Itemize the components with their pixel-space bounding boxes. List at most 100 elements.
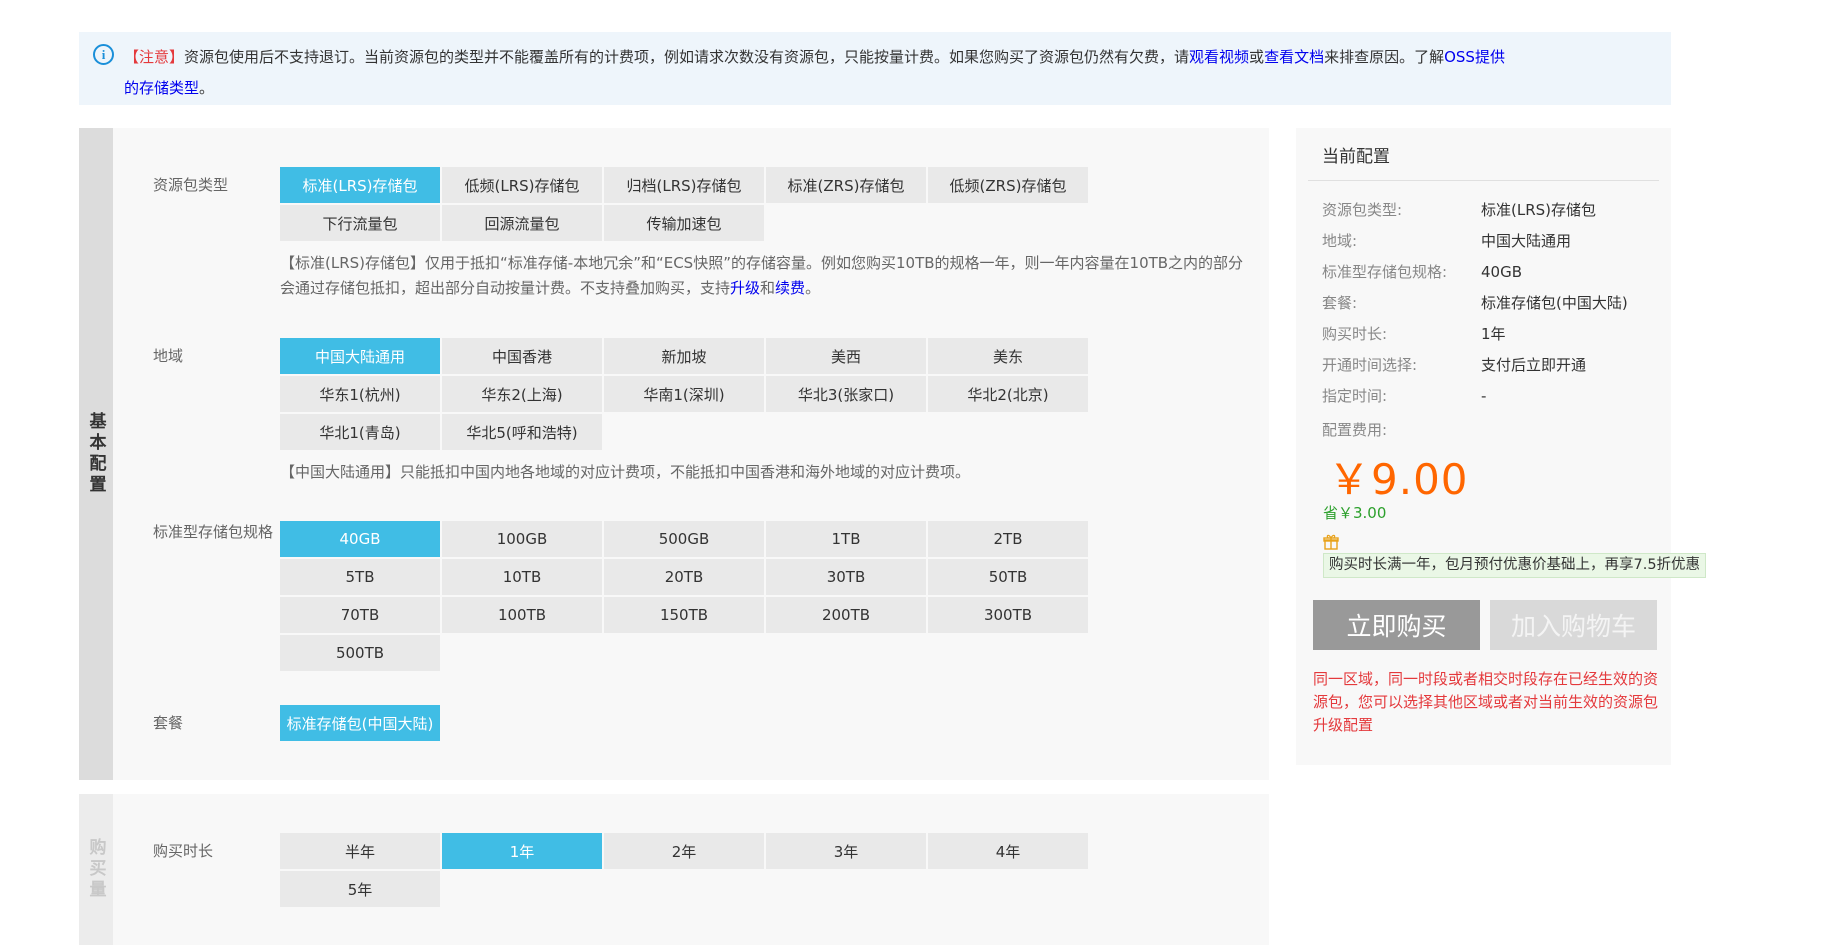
package-type-desc-and: 和 bbox=[760, 279, 776, 297]
summary-row: 购买时长: 1年 bbox=[1322, 324, 1662, 344]
spec-label: 标准型存储包规格 bbox=[153, 523, 274, 541]
package-type-option[interactable]: 归档(LRS)存储包 bbox=[604, 167, 764, 203]
region-option[interactable]: 华东1(杭州) bbox=[280, 376, 440, 412]
notice-text: 【注意】资源包使用后不支持退订。当前资源包的类型并不能覆盖所有的计费项，例如请求… bbox=[124, 42, 1514, 104]
summary-value: - bbox=[1481, 387, 1487, 405]
package-type-option[interactable]: 低频(ZRS)存储包 bbox=[928, 167, 1088, 203]
summary-key: 地域: bbox=[1322, 232, 1358, 250]
spec-options: 40GB 100GB 500GB 1TB 2TB 5TB 10TB 20TB 3… bbox=[280, 521, 1090, 671]
duration-option[interactable]: 4年 bbox=[928, 833, 1088, 869]
region-option[interactable]: 华北5(呼和浩特) bbox=[442, 414, 602, 450]
summary-value: 支付后立即开通 bbox=[1481, 356, 1587, 374]
price-value: ￥9.00 bbox=[1328, 455, 1469, 504]
spec-option[interactable]: 20TB bbox=[604, 559, 764, 595]
summary-value: 1年 bbox=[1481, 325, 1506, 343]
summary-key: 标准型存储包规格: bbox=[1322, 263, 1448, 281]
region-options: 中国大陆通用 中国香港 新加坡 美西 美东 华东1(杭州) 华东2(上海) 华南… bbox=[280, 338, 1090, 450]
region-option[interactable]: 华北3(张家口) bbox=[766, 376, 926, 412]
summary-value: 标准(LRS)存储包 bbox=[1481, 201, 1597, 219]
summary-value: 中国大陆通用 bbox=[1481, 232, 1572, 250]
spec-option[interactable]: 500TB bbox=[280, 635, 440, 671]
summary-row: 开通时间选择: 支付后立即开通 bbox=[1322, 355, 1662, 375]
notice-banner: i 【注意】资源包使用后不支持退订。当前资源包的类型并不能覆盖所有的计费项，例如… bbox=[79, 32, 1671, 105]
summary-divider bbox=[1308, 180, 1659, 181]
buy-now-button[interactable]: 立即购买 bbox=[1313, 600, 1480, 650]
spec-option[interactable]: 70TB bbox=[280, 597, 440, 633]
fee-label: 配置费用: bbox=[1322, 421, 1388, 439]
region-option[interactable]: 华北1(青岛) bbox=[280, 414, 440, 450]
duration-label: 购买时长 bbox=[153, 842, 214, 860]
current-config-summary: 当前配置 资源包类型: 标准(LRS)存储包 地域: 中国大陆通用 标准型存储包规格… bbox=[1296, 128, 1707, 765]
spec-option[interactable]: 100TB bbox=[442, 597, 602, 633]
duration-option[interactable]: 5年 bbox=[280, 871, 440, 907]
summary-value: 40GB bbox=[1481, 263, 1523, 281]
package-type-description: 【标准(LRS)存储包】仅用于抵扣“标准存储-本地冗余”和“ECS快照”的存储容… bbox=[280, 251, 1255, 301]
watch-video-link[interactable]: 观看视频 bbox=[1189, 48, 1249, 66]
basic-config-side-label: 基本配置 bbox=[79, 128, 113, 780]
summary-row: 地域: 中国大陆通用 bbox=[1322, 231, 1662, 251]
summary-row: 资源包类型: 标准(LRS)存储包 bbox=[1322, 200, 1662, 220]
plan-options: 标准存储包(中国大陆) bbox=[280, 705, 1090, 741]
notice-text-part1: 资源包使用后不支持退订。当前资源包的类型并不能覆盖所有的计费项，例如请求次数没有… bbox=[184, 48, 1190, 66]
conflict-warning: 同一区域，同一时段或者相交时段存在已经生效的资源包，您可以选择其他区域或者对当前… bbox=[1313, 670, 1659, 734]
notice-or: 或 bbox=[1249, 48, 1265, 66]
package-type-option[interactable]: 回源流量包 bbox=[442, 205, 602, 241]
duration-option[interactable]: 3年 bbox=[766, 833, 926, 869]
package-type-option[interactable]: 低频(LRS)存储包 bbox=[442, 167, 602, 203]
spec-option[interactable]: 1TB bbox=[766, 521, 926, 557]
info-icon: i bbox=[93, 44, 114, 65]
saving-amount: 省￥3.00 bbox=[1323, 504, 1387, 522]
summary-row: 指定时间: - bbox=[1322, 386, 1662, 406]
region-option[interactable]: 华南1(深圳) bbox=[604, 376, 764, 412]
purchase-side-label: 购买量 bbox=[79, 794, 113, 945]
view-doc-link[interactable]: 查看文档 bbox=[1264, 48, 1324, 66]
summary-key: 购买时长: bbox=[1322, 325, 1388, 343]
package-type-label: 资源包类型 bbox=[153, 176, 229, 194]
add-to-cart-button[interactable]: 加入购物车 bbox=[1490, 600, 1657, 650]
promo-banner: 购买时长满一年，包月预付优惠价基础上，再享7.5折优惠 bbox=[1323, 553, 1707, 578]
duration-option[interactable]: 2年 bbox=[604, 833, 764, 869]
notice-text-part2: 来排查原因。了解 bbox=[1324, 48, 1445, 66]
spec-option[interactable]: 500GB bbox=[604, 521, 764, 557]
region-description: 【中国大陆通用】只能抵扣中国内地各地域的对应计费项，不能抵扣中国香港和海外地域的… bbox=[280, 463, 971, 481]
summary-row: 套餐: 标准存储包(中国大陆) bbox=[1322, 293, 1662, 313]
summary-key: 指定时间: bbox=[1322, 387, 1388, 405]
summary-title: 当前配置 bbox=[1322, 147, 1390, 167]
plan-option[interactable]: 标准存储包(中国大陆) bbox=[280, 705, 440, 741]
spec-option[interactable]: 150TB bbox=[604, 597, 764, 633]
plan-label: 套餐 bbox=[153, 714, 184, 732]
package-type-option[interactable]: 标准(LRS)存储包 bbox=[280, 167, 440, 203]
duration-options: 半年 1年 2年 3年 4年 5年 bbox=[280, 833, 1090, 907]
notice-end: 。 bbox=[199, 79, 215, 97]
spec-option[interactable]: 50TB bbox=[928, 559, 1088, 595]
package-type-option[interactable]: 标准(ZRS)存储包 bbox=[766, 167, 926, 203]
summary-key: 开通时间选择: bbox=[1322, 356, 1418, 374]
region-option[interactable]: 中国大陆通用 bbox=[280, 338, 440, 374]
spec-option[interactable]: 2TB bbox=[928, 521, 1088, 557]
region-option[interactable]: 中国香港 bbox=[442, 338, 602, 374]
summary-key: 资源包类型: bbox=[1322, 201, 1403, 219]
region-option[interactable]: 新加坡 bbox=[604, 338, 764, 374]
region-option[interactable]: 美西 bbox=[766, 338, 926, 374]
spec-option[interactable]: 100GB bbox=[442, 521, 602, 557]
spec-option[interactable]: 10TB bbox=[442, 559, 602, 595]
summary-row: 标准型存储包规格: 40GB bbox=[1322, 262, 1662, 282]
package-type-option[interactable]: 下行流量包 bbox=[280, 205, 440, 241]
duration-option[interactable]: 1年 bbox=[442, 833, 602, 869]
region-option[interactable]: 美东 bbox=[928, 338, 1088, 374]
summary-value: 标准存储包(中国大陆) bbox=[1481, 294, 1628, 312]
package-type-option[interactable]: 传输加速包 bbox=[604, 205, 764, 241]
region-label: 地域 bbox=[153, 347, 184, 365]
spec-option[interactable]: 300TB bbox=[928, 597, 1088, 633]
spec-option[interactable]: 40GB bbox=[280, 521, 440, 557]
spec-option[interactable]: 200TB bbox=[766, 597, 926, 633]
upgrade-link[interactable]: 升级 bbox=[730, 279, 760, 297]
spec-option[interactable]: 30TB bbox=[766, 559, 926, 595]
gift-icon bbox=[1323, 534, 1339, 550]
region-option[interactable]: 华北2(北京) bbox=[928, 376, 1088, 412]
renew-link[interactable]: 续费 bbox=[775, 279, 805, 297]
package-type-desc-end: 。 bbox=[805, 279, 821, 297]
spec-option[interactable]: 5TB bbox=[280, 559, 440, 595]
region-option[interactable]: 华东2(上海) bbox=[442, 376, 602, 412]
duration-option[interactable]: 半年 bbox=[280, 833, 440, 869]
